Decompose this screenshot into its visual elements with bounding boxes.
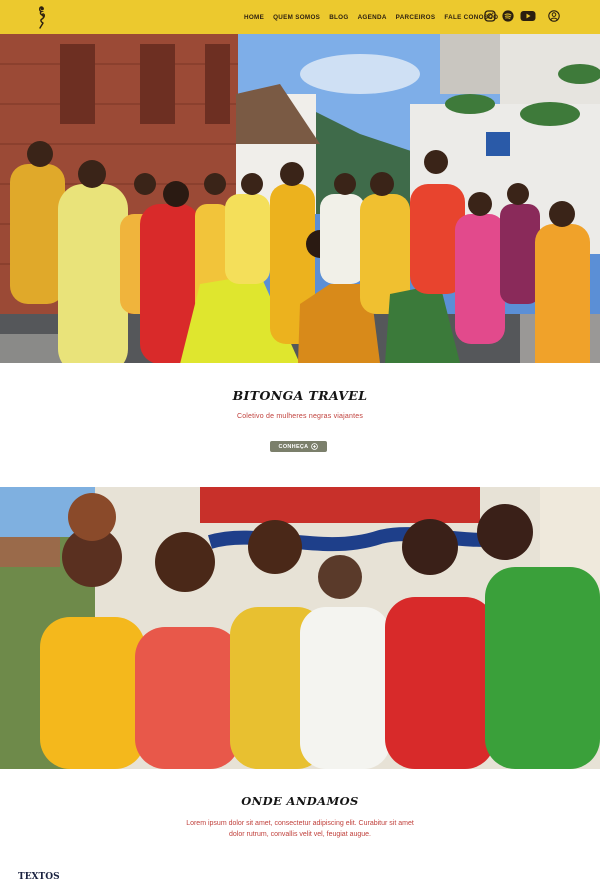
travel-group-photo: [0, 487, 600, 769]
main-nav: HOME QUEM SOMOS BLOG AGENDA PARCEIROS FA…: [244, 0, 498, 34]
instagram-icon[interactable]: [484, 10, 496, 22]
nav-blog[interactable]: BLOG: [329, 14, 348, 21]
conheca-button-label: CONHEÇA: [278, 443, 309, 450]
nav-agenda[interactable]: AGENDA: [358, 14, 387, 21]
youtube-icon[interactable]: [520, 10, 536, 22]
section-title: ONDE ANDAMOS: [241, 794, 359, 808]
site-header: HOME QUEM SOMOS BLOG AGENDA PARCEIROS FA…: [0, 0, 600, 34]
user-icon[interactable]: [548, 10, 560, 22]
plus-circle-icon: [311, 443, 319, 450]
brand-title: BITONGA TRAVEL: [232, 388, 368, 403]
conheca-button[interactable]: CONHEÇA: [270, 441, 327, 452]
hero-group-photo: [0, 34, 600, 363]
brand-subtitle: Coletivo de mulheres negras viajantes: [236, 413, 364, 420]
spotify-icon[interactable]: [502, 10, 514, 22]
nav-parceiros[interactable]: PARCEIROS: [396, 14, 436, 21]
social-links: [484, 10, 536, 22]
nav-quem-somos[interactable]: QUEM SOMOS: [273, 14, 320, 21]
section-body: Lorem ipsum dolor sit amet, consectetur …: [186, 820, 414, 838]
nav-home[interactable]: HOME: [244, 14, 264, 21]
texts-heading: TEXTOS: [18, 872, 60, 882]
woman-silhouette-logo[interactable]: [35, 5, 49, 29]
